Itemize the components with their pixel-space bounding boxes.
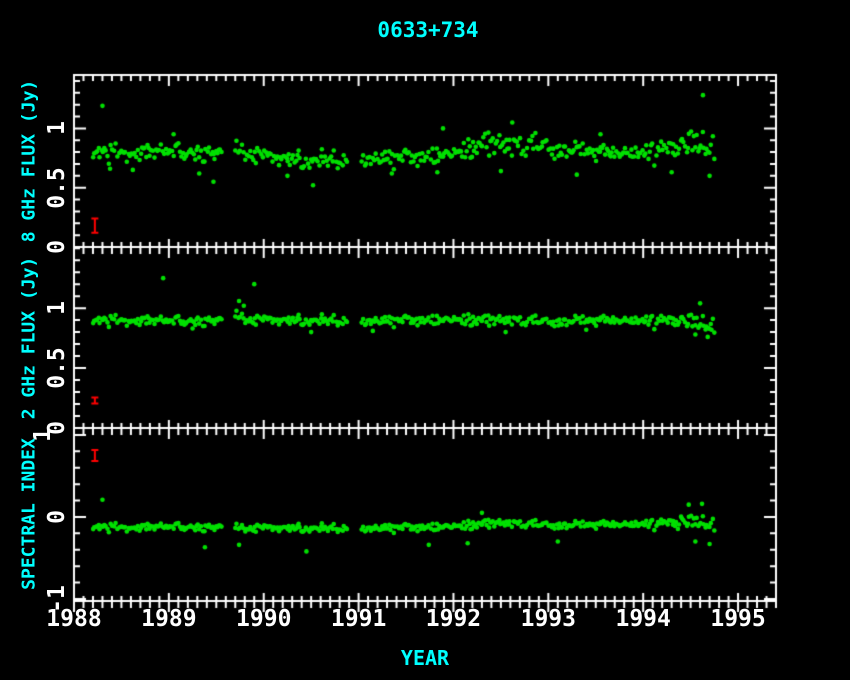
- y-axis-title-spectral-index: SPECTRAL INDEX: [19, 438, 40, 590]
- x-axis-title: YEAR: [401, 646, 449, 670]
- chart: 10.5010.5010-119881989199019911992199319…: [0, 0, 850, 680]
- y-axis-title-8ghz-flux: 8 GHz FLUX (Jy): [19, 80, 40, 243]
- plot-canvas: [0, 0, 850, 680]
- chart-title: 0633+734: [377, 18, 478, 42]
- y-axis-title-2ghz-flux: 2 GHz FLUX (Jy): [19, 257, 40, 420]
